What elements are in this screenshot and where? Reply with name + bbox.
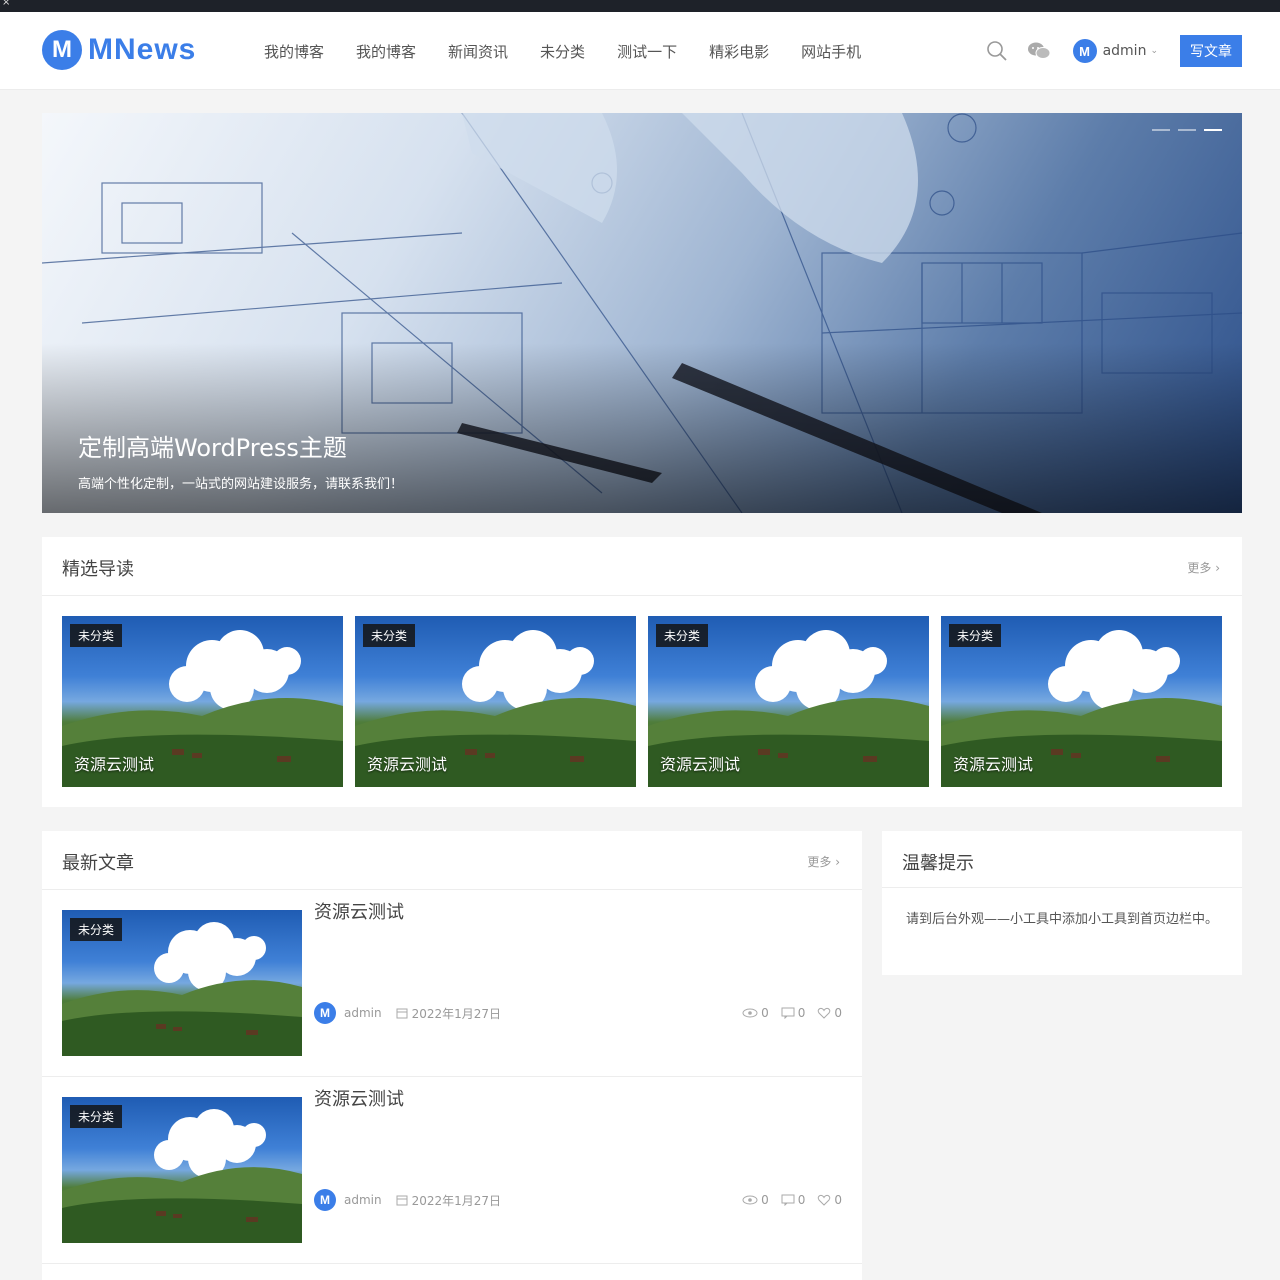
category-tag[interactable]: 未分类 bbox=[363, 624, 416, 647]
widget-header: 温馨提示 bbox=[882, 831, 1242, 888]
wechat-icon[interactable] bbox=[1027, 39, 1051, 63]
featured-card[interactable]: 未分类 资源云测试 bbox=[62, 616, 343, 787]
hero-title[interactable]: 定制高端WordPress主题 bbox=[78, 428, 347, 463]
comments-stat[interactable]: 0 bbox=[781, 1193, 806, 1207]
likes-count: 0 bbox=[834, 1193, 842, 1207]
slider-dot[interactable] bbox=[1178, 129, 1196, 131]
chevron-down-icon: ⌄ bbox=[1150, 46, 1158, 56]
category-tag[interactable]: 未分类 bbox=[70, 918, 123, 941]
post-item: 未分类 资源云测试 M admin 2022年1月27日 0 0 0 bbox=[42, 890, 862, 1077]
post-title[interactable]: 资源云测试 bbox=[314, 898, 404, 924]
slider-dot-active[interactable] bbox=[1204, 129, 1222, 131]
post-date: 2022年1月27日 bbox=[411, 1193, 502, 1208]
logo-text: MNews bbox=[88, 33, 197, 66]
site-header: M MNews 我的博客 我的博客 新闻资讯 未分类 测试一下 精彩电影 网站手… bbox=[0, 12, 1280, 90]
logo-mark: M bbox=[42, 30, 82, 70]
site-logo[interactable]: M MNews bbox=[42, 30, 196, 70]
nav-item-blog-1[interactable]: 我的博客 bbox=[264, 41, 324, 62]
latest-header: 最新文章 更多 › bbox=[42, 831, 862, 890]
category-tag[interactable]: 未分类 bbox=[949, 624, 1002, 647]
card-title[interactable]: 资源云测试 bbox=[74, 751, 154, 775]
comments-stat[interactable]: 0 bbox=[781, 1006, 806, 1020]
nav-item-mobile[interactable]: 网站手机 bbox=[801, 41, 861, 62]
category-tag[interactable]: 未分类 bbox=[656, 624, 709, 647]
featured-card[interactable]: 未分类 资源云测试 bbox=[355, 616, 636, 787]
category-tag[interactable]: 未分类 bbox=[70, 1105, 123, 1128]
post-meta: M admin 2022年1月27日 bbox=[314, 1189, 501, 1211]
featured-card[interactable]: 未分类 资源云测试 bbox=[941, 616, 1222, 787]
eye-icon bbox=[742, 1195, 758, 1205]
comment-icon bbox=[781, 1194, 795, 1206]
views-count: 0 bbox=[761, 1193, 769, 1207]
heart-icon bbox=[818, 1194, 831, 1206]
card-title[interactable]: 资源云测试 bbox=[660, 751, 740, 775]
featured-heading: 精选导读 bbox=[62, 559, 134, 580]
views-stat: 0 bbox=[742, 1193, 769, 1207]
eye-icon bbox=[742, 1008, 758, 1018]
header-actions: M admin ⌄ 写文章 bbox=[985, 12, 1242, 90]
author-avatar[interactable]: M bbox=[314, 1002, 336, 1024]
latest-panel: 最新文章 更多 › 未分类 资源云测试 M admin 2022年1月27日 0… bbox=[42, 831, 862, 1280]
nav-item-test[interactable]: 测试一下 bbox=[617, 41, 677, 62]
more-label: 更多 bbox=[1187, 561, 1212, 575]
featured-panel: 精选导读 更多 › 未分类 资源云测试 未分类 资源云测试 未分类 资源云测试 bbox=[42, 537, 1242, 807]
latest-more-link[interactable]: 更多 › bbox=[807, 853, 840, 870]
user-menu[interactable]: M admin ⌄ bbox=[1072, 39, 1158, 63]
close-icon[interactable]: × bbox=[2, 0, 10, 8]
likes-stat[interactable]: 0 bbox=[817, 1193, 842, 1207]
likes-stat[interactable]: 0 bbox=[817, 1006, 842, 1020]
comment-icon bbox=[781, 1007, 795, 1019]
calendar-icon bbox=[396, 1008, 408, 1019]
calendar-icon bbox=[396, 1195, 408, 1206]
latest-heading: 最新文章 bbox=[62, 853, 134, 874]
heart-icon bbox=[818, 1007, 831, 1019]
more-label: 更多 bbox=[807, 855, 832, 869]
featured-more-link[interactable]: 更多 › bbox=[1187, 559, 1220, 576]
post-meta: M admin 2022年1月27日 bbox=[314, 1002, 501, 1024]
views-stat: 0 bbox=[742, 1006, 769, 1020]
nav-item-news[interactable]: 新闻资讯 bbox=[448, 41, 508, 62]
widget-heading: 温馨提示 bbox=[902, 853, 974, 874]
nav-item-uncategorized[interactable]: 未分类 bbox=[540, 41, 585, 62]
widget-text: 请到后台外观——小工具中添加小工具到首页边栏中。 bbox=[905, 912, 1218, 927]
likes-count: 0 bbox=[834, 1006, 842, 1020]
views-count: 0 bbox=[761, 1006, 769, 1020]
post-thumbnail[interactable]: 未分类 bbox=[62, 1097, 302, 1243]
nav-item-movies[interactable]: 精彩电影 bbox=[709, 41, 769, 62]
top-strip: × bbox=[0, 0, 1280, 12]
comments-count: 0 bbox=[797, 1193, 806, 1207]
post-author[interactable]: admin bbox=[344, 1193, 382, 1207]
slider-dots bbox=[1144, 129, 1222, 131]
post-item: 未分类 资源云测试 M admin 2022年1月27日 0 0 0 bbox=[42, 1077, 862, 1264]
slider-dot[interactable] bbox=[1152, 129, 1170, 131]
post-stats: 0 0 0 bbox=[730, 1193, 842, 1207]
featured-card[interactable]: 未分类 资源云测试 bbox=[648, 616, 929, 787]
hero-subtitle: 高端个性化定制，一站式的网站建设服务，请联系我们！ bbox=[78, 477, 404, 492]
featured-header: 精选导读 更多 › bbox=[42, 537, 1242, 596]
main-nav: 我的博客 我的博客 新闻资讯 未分类 测试一下 精彩电影 网站手机 bbox=[264, 12, 893, 90]
search-icon[interactable] bbox=[985, 39, 1009, 63]
comments-count: 0 bbox=[797, 1006, 806, 1020]
post-title[interactable]: 资源云测试 bbox=[314, 1085, 404, 1111]
card-title[interactable]: 资源云测试 bbox=[367, 751, 447, 775]
post-thumbnail[interactable]: 未分类 bbox=[62, 910, 302, 1056]
post-author[interactable]: admin bbox=[344, 1006, 382, 1020]
write-post-button[interactable]: 写文章 bbox=[1180, 35, 1242, 67]
post-stats: 0 0 0 bbox=[730, 1006, 842, 1020]
avatar: M bbox=[1072, 39, 1097, 63]
hero-slider[interactable]: 定制高端WordPress主题 高端个性化定制，一站式的网站建设服务，请联系我们… bbox=[42, 113, 1242, 513]
author-avatar[interactable]: M bbox=[314, 1189, 336, 1211]
sidebar-widget: 温馨提示 请到后台外观——小工具中添加小工具到首页边栏中。 bbox=[882, 831, 1242, 975]
post-date: 2022年1月27日 bbox=[411, 1006, 502, 1021]
card-title[interactable]: 资源云测试 bbox=[953, 751, 1033, 775]
user-name: admin bbox=[1102, 43, 1147, 59]
category-tag[interactable]: 未分类 bbox=[70, 624, 123, 647]
nav-item-blog-2[interactable]: 我的博客 bbox=[356, 41, 416, 62]
